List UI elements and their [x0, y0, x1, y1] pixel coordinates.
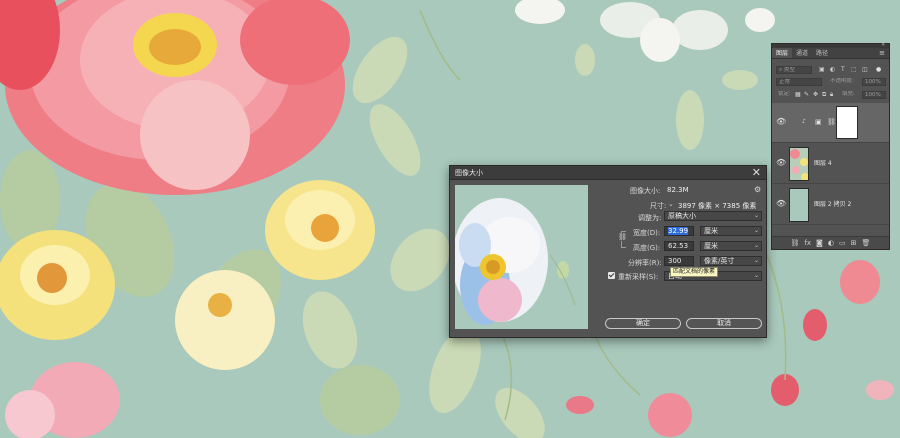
filter-kind-dropdown[interactable]: ⌕ 类型	[776, 66, 812, 74]
layers-panel: » 图层 通道 路径 ≡ ⌕ 类型 ▣ ◐ T ⬚ ◫ ● 正常 不透明度: 1…	[771, 41, 890, 250]
folder-icon[interactable]: ▭	[839, 239, 846, 247]
new-layer-icon[interactable]: ⊞	[851, 239, 857, 247]
blend-row: 正常 不透明度: 100%	[772, 77, 889, 88]
height-unit-dropdown[interactable]: 厘米 ⌄	[700, 241, 762, 251]
close-icon[interactable]: ✕	[752, 166, 761, 179]
filter-type-icon[interactable]: T	[841, 66, 845, 74]
panel-bottom-toolbar: ⛓ fx ◙ ◐ ▭ ⊞ 🗑︎	[772, 236, 889, 249]
ok-button[interactable]: 确定	[605, 318, 681, 329]
width-label: 宽度(D):	[633, 229, 661, 237]
image-size-dialog: 图像大小 ✕ 图像大小: 82.3M ⚙ 尺寸: ⌄ 3897 像素 × 738…	[449, 165, 767, 338]
layer-row[interactable]: 👁︎ 图层 2 拷贝 2	[772, 185, 889, 225]
fill-label: 填充:	[842, 91, 855, 97]
chevron-down-icon: ⌄	[753, 257, 759, 264]
filter-pixel-icon[interactable]: ▣	[819, 66, 825, 74]
chevron-down-icon: ⌄	[753, 227, 759, 234]
eye-icon[interactable]: 👁︎	[776, 200, 786, 208]
panel-menu-icon[interactable]: ≡	[879, 48, 885, 59]
height-input[interactable]: 62.53	[664, 241, 694, 251]
layer-name: 图层 2 拷贝 2	[814, 201, 852, 208]
image-preview[interactable]	[455, 185, 588, 329]
eye-icon[interactable]: 👁︎	[776, 159, 786, 167]
image-size-label: 图像大小:	[630, 187, 661, 195]
adjustment-layer-icon: ♪	[802, 118, 806, 125]
resample-label: 重新采样(S):	[618, 273, 659, 281]
fx-icon[interactable]: fx	[804, 239, 811, 247]
chain-link-icon: ⛓	[827, 118, 836, 126]
dimensions-value: 3897 像素 × 7385 像素	[678, 202, 757, 210]
chain-link-icon[interactable]: ⛓	[618, 233, 627, 241]
opacity-label: 不透明度:	[830, 78, 854, 84]
lock-position-icon[interactable]: ✥	[813, 91, 818, 99]
layer-name: 图层 4	[814, 160, 832, 167]
resolution-label: 分辨率(R):	[628, 259, 662, 267]
resolution-unit: 像素/英寸	[704, 257, 735, 265]
fill-input[interactable]: 100%	[862, 91, 886, 99]
image-size-value: 82.3M	[667, 186, 689, 194]
width-input[interactable]: 32.99	[664, 226, 694, 236]
filter-adjustment-icon[interactable]: ◐	[830, 66, 835, 74]
lock-transparency-icon[interactable]: ▦	[795, 91, 801, 99]
dialog-titlebar[interactable]: 图像大小 ✕	[450, 166, 766, 180]
chevron-down-icon: ⌄	[753, 212, 759, 219]
trash-icon[interactable]: 🗑︎	[862, 239, 871, 247]
width-value: 32.99	[668, 227, 689, 235]
panel-tab-bar: 图层 通道 路径 ≡	[772, 48, 889, 59]
blend-mode-value: 正常	[779, 79, 791, 85]
chevron-down-icon: ⌄	[753, 242, 759, 249]
lock-pixels-icon[interactable]: ✎	[804, 91, 809, 99]
fit-to-label: 调整为:	[638, 214, 662, 222]
collapse-icon[interactable]: »	[881, 41, 885, 48]
layer-filter-row: ⌕ 类型 ▣ ◐ T ⬚ ◫ ●	[772, 65, 889, 76]
ok-button-label: 确定	[636, 319, 650, 327]
search-icon: ⌕	[779, 67, 783, 73]
opacity-value: 100%	[865, 79, 881, 85]
chevron-down-icon: ⌄	[753, 272, 759, 279]
height-unit: 厘米	[704, 242, 718, 250]
mask-icon[interactable]: ◙	[816, 239, 823, 247]
link-icon[interactable]: ⛓	[791, 239, 800, 247]
eye-icon[interactable]: 👁︎	[776, 118, 786, 126]
gear-icon[interactable]: ⚙	[754, 185, 761, 194]
width-unit-dropdown[interactable]: 厘米 ⌄	[700, 226, 762, 236]
cancel-button[interactable]: 取消	[686, 318, 762, 329]
lock-row: 锁定: ▦ ✎ ✥ ⧉ 🔒︎ 填充: 100%	[772, 90, 889, 101]
blend-mode-dropdown[interactable]: 正常	[776, 78, 822, 86]
dimensions-label: 尺寸:	[650, 202, 667, 210]
height-label: 高度(G):	[633, 244, 661, 252]
tab-channels[interactable]: 通道	[792, 48, 812, 58]
filter-smart-object-icon[interactable]: ◫	[862, 66, 868, 74]
dialog-title: 图像大小	[455, 169, 483, 177]
height-value: 62.53	[668, 242, 689, 250]
chevron-down-icon[interactable]: ⌄	[668, 200, 674, 208]
tab-layers[interactable]: 图层	[772, 48, 793, 58]
fit-to-value: 原稿大小	[668, 212, 696, 220]
lock-artboard-icon[interactable]: ⧉	[822, 91, 826, 99]
preview-flower-image	[455, 185, 588, 329]
fit-to-dropdown[interactable]: 原稿大小 ⌄	[664, 211, 762, 221]
lock-all-icon[interactable]: 🔒︎	[830, 91, 833, 99]
resolution-input[interactable]: 300	[664, 256, 694, 266]
adjustment-icon[interactable]: ◐	[828, 239, 834, 247]
fill-value: 100%	[865, 92, 881, 98]
lock-label: 锁定:	[778, 91, 791, 97]
adjustment-type-icon: ▣	[815, 118, 822, 126]
tab-paths[interactable]: 路径	[812, 48, 832, 58]
layer-row[interactable]: 👁︎ ♪ ▣ ⛓	[772, 103, 889, 143]
layer-thumbnail	[789, 188, 809, 222]
layer-row[interactable]: 👁︎ 图层 4	[772, 144, 889, 184]
tooltip: 匹配文档的像素	[670, 267, 719, 277]
layer-thumbnail	[789, 147, 809, 181]
cancel-button-label: 取消	[717, 319, 731, 327]
layer-mask-thumbnail[interactable]	[836, 106, 858, 139]
width-unit: 厘米	[704, 227, 718, 235]
opacity-input[interactable]: 100%	[862, 78, 886, 86]
resolution-unit-dropdown[interactable]: 像素/英寸 ⌄	[700, 256, 762, 266]
filter-shape-icon[interactable]: ⬚	[851, 66, 857, 74]
resample-checkbox[interactable]	[608, 272, 615, 279]
resolution-value: 300	[668, 257, 682, 265]
filter-kind-label: 类型	[783, 67, 795, 73]
filter-toggle-icon[interactable]: ●	[876, 66, 881, 74]
